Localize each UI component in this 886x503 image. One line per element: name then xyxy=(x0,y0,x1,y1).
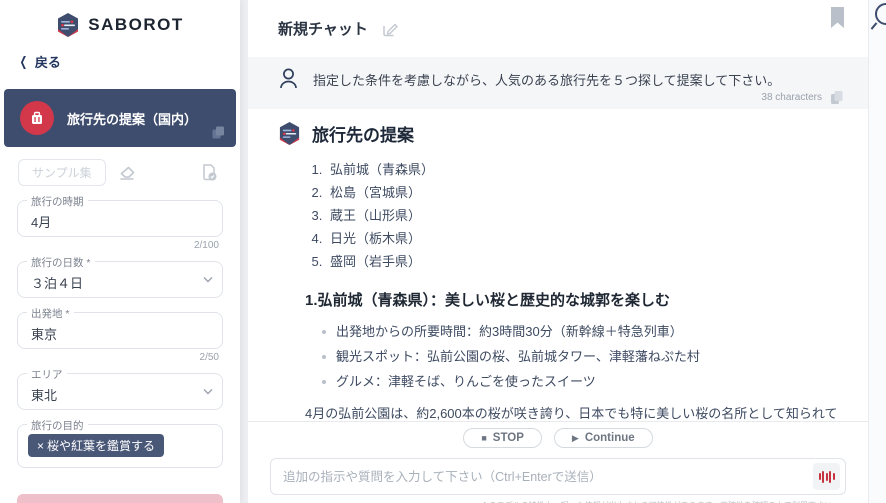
stop-icon: ■ xyxy=(481,433,487,443)
chat-input-row xyxy=(270,458,846,495)
bookmark-icon[interactable] xyxy=(829,7,846,29)
chat-header: 新規チャット xyxy=(248,0,868,57)
back-chevron-icon: ❮ xyxy=(19,53,28,69)
divider xyxy=(248,421,868,422)
list-item: 日光（栃木県） xyxy=(326,231,838,246)
template-title: 旅行先の提案（国内） xyxy=(67,111,198,127)
reset-button[interactable]: 最初から (Ctrl+I) xyxy=(17,494,223,503)
purpose-label: 旅行の目的 xyxy=(27,418,88,433)
origin-field[interactable]: 出発地 * 東京 xyxy=(17,306,223,349)
cutoff-circle-tail xyxy=(870,22,878,30)
brand-name: SABOROT xyxy=(88,15,184,34)
back-button[interactable]: ❮ 戻る xyxy=(18,52,240,71)
area-select[interactable]: エリア 東北 xyxy=(17,367,223,410)
user-message-text: 指定した条件を考慮しながら、人気のある旅行先を５つ探して提案して下さい。 xyxy=(313,73,781,88)
period-field[interactable]: 旅行の時期 4月 xyxy=(17,194,223,237)
chevron-down-icon xyxy=(203,276,213,283)
continue-button[interactable]: ▶ Continue xyxy=(553,428,653,448)
sample-collection-button[interactable]: サンプル集 xyxy=(18,159,106,186)
voice-input-icon[interactable] xyxy=(813,463,840,490)
suitcase-icon xyxy=(20,101,54,135)
assistant-response: 旅行先の提案 弘前城（青森県） 松島（宮城県） 蔵王（山形県） 日光（栃木県） … xyxy=(248,109,868,421)
list-item: 弘前城（青森県） xyxy=(326,162,838,177)
list-item: グルメ：津軽そば、りんごを使ったスイーツ xyxy=(322,374,838,389)
eraser-icon[interactable] xyxy=(118,165,136,181)
days-label: 旅行の日数 * xyxy=(27,255,95,270)
days-select[interactable]: 旅行の日数 * ３泊４日 xyxy=(17,255,223,298)
saborot-hexagon-icon xyxy=(56,12,80,38)
edit-title-icon[interactable] xyxy=(382,21,398,37)
char-count: 38 characters xyxy=(761,92,822,103)
period-label: 旅行の時期 xyxy=(27,194,88,209)
purpose-field[interactable]: 旅行の目的 × 桜や紅葉を鑑賞する xyxy=(17,418,223,468)
sample-row: サンプル集 xyxy=(18,159,222,186)
response-title: 旅行先の提案 xyxy=(312,126,414,145)
purpose-tag[interactable]: × 桜や紅葉を鑑賞する xyxy=(28,434,165,457)
list-item: 盛岡（岩手県） xyxy=(326,254,838,269)
stop-label: STOP xyxy=(492,432,524,444)
chat-input[interactable] xyxy=(271,469,813,484)
back-label: 戻る xyxy=(34,55,61,70)
template-card[interactable]: 旅行先の提案（国内） xyxy=(4,89,236,147)
brand-logo: SABOROT xyxy=(0,0,240,38)
period-counter: 2/100 xyxy=(193,240,219,251)
message-meta: 38 characters xyxy=(761,90,844,105)
chat-title: 新規チャット xyxy=(278,21,368,38)
tag-label: 桜や紅葉を鑑賞する xyxy=(47,439,156,453)
copy-icon[interactable] xyxy=(211,125,226,140)
right-edge-panel xyxy=(868,0,886,503)
origin-counter: 2/50 xyxy=(199,352,219,363)
destination-list: 弘前城（青森県） 松島（宮城県） 蔵王（山形県） 日光（栃木県） 盛岡（岩手県） xyxy=(326,162,838,269)
response-heading-row: 旅行先の提案 xyxy=(278,121,838,146)
user-icon xyxy=(278,67,299,91)
list-item: 松島（宮城県） xyxy=(326,185,838,200)
list-item: 観光スポット：弘前公園の桜、弘前城タワー、津軽藩ねぷた村 xyxy=(322,349,838,364)
list-item: 出発地からの所要時間：約3時間30分（新幹線＋特急列車） xyxy=(322,324,838,339)
response-paragraph: 4月の弘前公園は、約2,600本の桜が咲き誇り、日本でも特に美しい桜の名所として… xyxy=(305,406,838,421)
cutoff-circle-icon[interactable] xyxy=(875,3,886,25)
area-label: エリア xyxy=(27,367,67,382)
origin-label: 出発地 * xyxy=(27,306,74,321)
file-check-icon[interactable] xyxy=(200,163,218,182)
play-icon: ▶ xyxy=(571,432,579,443)
copy-message-icon[interactable] xyxy=(830,90,844,105)
saborot-hexagon-icon xyxy=(278,121,301,146)
sidebar: SABOROT ❮ 戻る 旅行先の提案（国内） サンプル集 旅行の時期 4月 2… xyxy=(0,0,240,503)
detail-bullet-list: 出発地からの所要時間：約3時間30分（新幹線＋特急列車） 観光スポット：弘前公園… xyxy=(322,324,838,389)
chevron-down-icon xyxy=(203,388,213,395)
user-message-block: 指定した条件を考慮しながら、人気のある旅行先を５つ探して提案して下さい。 38 … xyxy=(248,57,868,109)
stop-button[interactable]: ■ STOP xyxy=(463,428,542,448)
chat-panel: 新規チャット 指定した条件を考慮しながら、人気のある旅行先を５つ探して提案して下… xyxy=(248,0,868,503)
generation-controls: ■ STOP ▶ Continue xyxy=(248,428,868,448)
section-heading: 1.弘前城（青森県）：美しい桜と歴史的な城郭を楽しむ xyxy=(305,292,671,309)
tag-remove-icon[interactable]: × xyxy=(37,439,44,453)
continue-label: Continue xyxy=(584,432,635,444)
list-item: 蔵王（山形県） xyxy=(326,208,838,223)
